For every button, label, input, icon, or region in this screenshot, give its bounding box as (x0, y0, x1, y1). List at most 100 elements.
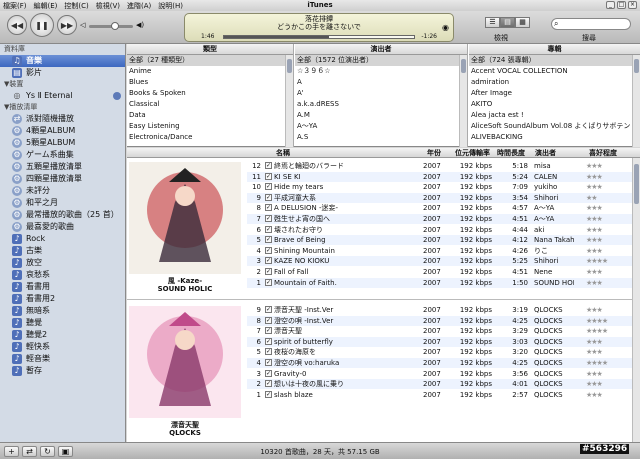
track-rating[interactable]: ★★★ (586, 225, 632, 235)
album-browser-row[interactable]: 全部（724 張專輯） (469, 55, 640, 66)
track-checkbox[interactable]: ✓ (265, 162, 272, 169)
sidebar-item-playlist-1[interactable]: ⚙ 4顆星ALBUM (0, 125, 125, 137)
scroll-thumb[interactable] (461, 59, 466, 73)
artist-column-header[interactable]: 演出者 (295, 44, 467, 55)
menu-item-4[interactable]: 進階(A) (127, 1, 151, 11)
album-browser-row[interactable]: Accent VOCAL COLLECTION (469, 66, 640, 77)
track-rating[interactable]: ★★★★ (586, 256, 632, 266)
coverflow-view-button[interactable]: ▦ (515, 17, 530, 28)
table-row[interactable]: 3 ✓ Gravity-0 2007 192 kbps 3:56 QLOCKS ★★★ (247, 369, 632, 379)
column-artist[interactable]: 演出者 (535, 148, 556, 158)
genre-column-header[interactable]: 類型 (127, 44, 293, 55)
album-browser-row[interactable]: ALIVEBACKING (469, 132, 640, 143)
sidebar-item-device-0[interactable]: ◎ Ys Ⅱ Eternal (0, 90, 125, 102)
sidebar-item-playlist-4[interactable]: ⚙ 五顆星播放清單 (0, 161, 125, 173)
scroll-thumb[interactable] (287, 59, 292, 73)
track-rating[interactable]: ★★★★ (586, 358, 632, 368)
column-bitrate[interactable]: 位元傳輸率 (455, 148, 490, 158)
sidebar-item-library-0[interactable]: ♫ 音樂 (0, 55, 125, 67)
table-row[interactable]: 5 ✓ Brave of Being 2007 192 kbps 4:12 Nana Tak… (247, 235, 632, 246)
table-row[interactable]: 2 ✓ 想いは十夜の風に乗り 2007 192 kbps 4:01 QLOCKS ★★★ (247, 379, 632, 390)
sidebar-item-playlist-7[interactable]: ⚙ 和平之月 (0, 197, 125, 209)
album-column-scrollbar[interactable] (632, 55, 640, 147)
track-checkbox[interactable]: ✓ (265, 359, 272, 366)
genre-column-scrollbar[interactable] (285, 55, 293, 147)
track-checkbox[interactable]: ✓ (265, 316, 272, 324)
track-checkbox[interactable]: ✓ (265, 390, 272, 398)
track-checkbox[interactable]: ✓ (265, 215, 272, 222)
track-rating[interactable]: ★★★ (586, 161, 632, 171)
artist-browser-row[interactable]: A～YA (295, 121, 467, 132)
track-checkbox[interactable]: ✓ (265, 204, 272, 212)
album-artwork[interactable] (129, 162, 241, 274)
track-rating[interactable]: ★★★ (586, 267, 632, 277)
artist-browser-row[interactable]: A' (295, 88, 467, 99)
table-row[interactable]: 4 ✓ 澄空の唄 vo:haruka 2007 192 kbps 4:25 QLOCKS ★★… (247, 358, 632, 368)
table-row[interactable]: 8 ✓ 澄空の唄 -Inst.Ver 2007 192 kbps 4:25 QLOCKS ★★… (247, 315, 632, 326)
eject-icon[interactable] (113, 92, 121, 100)
menu-item-3[interactable]: 檢視(V) (96, 1, 120, 11)
volume-knob[interactable] (110, 22, 119, 30)
maximize-icon[interactable]: □ (617, 1, 626, 9)
track-rating[interactable]: ★★★ (586, 305, 632, 315)
play-pause-button[interactable]: ❚❚ (30, 13, 54, 37)
table-row[interactable]: 9 ✓ 平成河童大系 2007 192 kbps 3:54 Shihori ★★ (247, 192, 632, 203)
table-row[interactable]: 1 ✓ slash blaze 2007 192 kbps 2:57 QLOCKS ★★★ (247, 390, 632, 400)
close-icon[interactable]: × (628, 1, 637, 9)
artist-browser-row[interactable]: A.S (295, 132, 467, 143)
sidebar-item-library-1[interactable]: ▤ 影片 (0, 67, 125, 79)
track-rating[interactable]: ★★★ (586, 278, 632, 288)
track-rating[interactable]: ★★★ (586, 246, 632, 256)
list-view-button[interactable]: ☰ (485, 17, 500, 28)
track-checkbox[interactable]: ✓ (265, 327, 272, 335)
sidebar-item-playlist-0[interactable]: ⇄ 派對隨機播放 (0, 113, 125, 125)
track-rating[interactable]: ★★★ (586, 203, 632, 213)
track-list-scrollbar[interactable] (632, 158, 640, 442)
album-browser-row[interactable]: Alea jacta est ! (469, 110, 640, 121)
album-view-button[interactable]: ▤ (500, 17, 515, 28)
sidebar-item-playlist-15[interactable]: ♪ 看書用2 (0, 293, 125, 305)
search-input[interactable] (551, 18, 631, 30)
genre-browser-row[interactable]: Classical (127, 99, 293, 110)
track-rating[interactable]: ★★ (586, 193, 632, 203)
track-checkbox[interactable]: ✓ (265, 268, 272, 275)
table-row[interactable]: 8 ✓ A DELUSION -迷妄- 2007 192 kbps 4:57 A～YA ★★★ (247, 203, 632, 213)
album-browser-row[interactable]: admiration (469, 77, 640, 88)
track-checkbox[interactable]: ✓ (265, 337, 272, 345)
menu-item-1[interactable]: 編輯(E) (34, 1, 58, 11)
artist-browser-row[interactable]: a.k.a.dRESS (295, 99, 467, 110)
sidebar-item-playlist-10[interactable]: ♪ Rock (0, 233, 125, 245)
sidebar-item-playlist-18[interactable]: ♪ 聽覺2 (0, 329, 125, 341)
minimize-icon[interactable]: _ (606, 1, 615, 9)
album-artwork[interactable] (129, 306, 241, 418)
track-rating[interactable]: ★★★ (586, 369, 632, 379)
column-time[interactable]: 時間長度 (497, 148, 525, 158)
sidebar-item-playlist-12[interactable]: ♪ 放空 (0, 257, 125, 269)
track-checkbox[interactable]: ✓ (265, 172, 272, 180)
track-checkbox[interactable]: ✓ (265, 369, 272, 377)
menu-item-0[interactable]: 檔案(F) (3, 1, 27, 11)
sidebar-item-playlist-3[interactable]: ⚙ ゲーム系曲集 (0, 149, 125, 161)
track-rating[interactable]: ★★★ (586, 182, 632, 192)
column-year[interactable]: 年份 (427, 148, 441, 158)
next-button[interactable]: ▶▶ (57, 15, 77, 35)
track-rating[interactable]: ★★★ (586, 347, 632, 357)
track-rating[interactable]: ★★★ (586, 337, 632, 347)
track-rating[interactable]: ★★★ (586, 235, 632, 245)
sidebar-item-playlist-14[interactable]: ♪ 看書用 (0, 281, 125, 293)
artist-browser-row[interactable]: ☆３９６☆ (295, 66, 467, 77)
table-row[interactable]: 10 ✓ Hide my tears 2007 192 kbps 7:09 yukiho ★★… (247, 182, 632, 192)
menu-item-5[interactable]: 說明(H) (158, 1, 183, 11)
genre-browser-row[interactable]: Anime (127, 66, 293, 77)
table-row[interactable]: 12 ✓ 終焉と輪廻のバラード 2007 192 kbps 5:18 misa ★★★ (247, 161, 632, 171)
display-mode-icon[interactable]: ◉ (442, 23, 449, 32)
genre-browser-row[interactable]: Electronica/Dance (127, 132, 293, 143)
sidebar-item-playlist-6[interactable]: ⚙ 未評分 (0, 185, 125, 197)
sidebar-item-playlist-21[interactable]: ♪ 暫存 (0, 365, 125, 377)
table-row[interactable]: 2 ✓ Fall of Fall 2007 192 kbps 4:51 Nene ★★★ (247, 267, 632, 277)
previous-button[interactable]: ◀◀ (7, 15, 27, 35)
scroll-thumb[interactable] (634, 59, 639, 73)
track-checkbox[interactable]: ✓ (265, 348, 272, 356)
column-rating[interactable]: 喜好程度 (589, 148, 617, 158)
album-column-header[interactable]: 專輯 (469, 44, 640, 55)
